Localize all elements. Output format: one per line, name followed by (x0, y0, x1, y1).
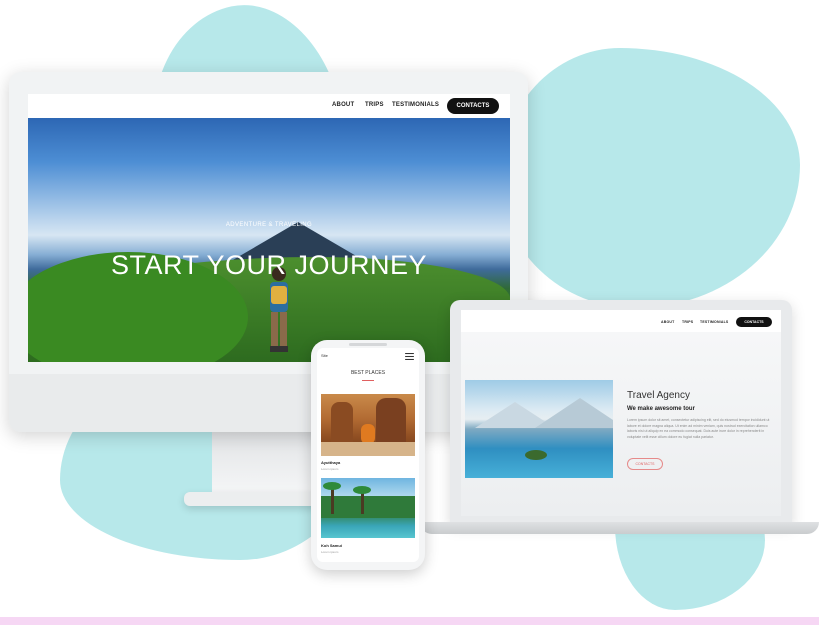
laptop-screen: ABOUT TRIPS TESTIMONIALS CONTACTS Travel… (461, 310, 781, 516)
hamburger-menu-icon[interactable] (405, 353, 414, 360)
laptop-nav-testimonials[interactable]: TESTIMONIALS (700, 320, 728, 324)
contacts-button[interactable]: CONTACTS (447, 98, 499, 114)
hero-subtitle: ADVENTURE & TRAVELING (225, 222, 313, 228)
laptop-nav-trips[interactable]: TRIPS (682, 320, 693, 324)
desktop-screen: ABOUT TRIPS TESTIMONIALS CONTACTS ADVENT… (28, 94, 510, 362)
card-caption-ayutthaya: Lorem ipsum (321, 467, 339, 471)
koh-samui-photo[interactable] (321, 478, 415, 538)
card-title-ayutthaya: Ayutthaya (321, 460, 341, 465)
heading-underline (362, 380, 374, 381)
ayutthaya-photo[interactable] (321, 394, 415, 456)
hero-title: START YOUR JOURNEY (110, 250, 428, 280)
hero-banner: ADVENTURE & TRAVELING START YOUR JOURNEY (28, 118, 510, 362)
monitor-stand (212, 432, 316, 494)
nav-link-trips[interactable]: TRIPS (365, 102, 384, 108)
laptop: ABOUT TRIPS TESTIMONIALS CONTACTS Travel… (450, 300, 792, 524)
laptop-cta-button[interactable]: CONTACTS (627, 458, 663, 470)
nav-link-about[interactable]: ABOUT (332, 102, 354, 108)
phone-logo[interactable]: Site (321, 353, 328, 358)
phone-speaker (349, 343, 387, 346)
card-title-koh-samui: Koh Samui (321, 543, 342, 548)
laptop-subtitle: We make awesome tour (627, 406, 695, 412)
lake-mountain-photo (465, 380, 613, 478)
phone-screen: Site BEST PLACES Ayutthaya Lorem ipsum K… (317, 348, 419, 562)
background-blob-right (500, 48, 800, 308)
smartphone: Site BEST PLACES Ayutthaya Lorem ipsum K… (311, 340, 425, 570)
laptop-body-text: Lorem ipsum dolor sit amet, consectetur … (627, 418, 770, 439)
desktop-navbar: ABOUT TRIPS TESTIMONIALS CONTACTS (28, 94, 510, 118)
bottom-strip (0, 617, 819, 625)
nav-link-testimonials[interactable]: TESTIMONIALS (392, 102, 439, 108)
laptop-title: Travel Agency (627, 390, 690, 401)
card-caption-koh-samui: Lorem ipsum (321, 550, 339, 554)
best-places-heading: BEST PLACES (350, 370, 386, 376)
laptop-base (420, 522, 819, 534)
laptop-nav-about[interactable]: ABOUT (661, 320, 674, 324)
laptop-navbar: ABOUT TRIPS TESTIMONIALS CONTACTS (461, 310, 781, 332)
laptop-contacts-button[interactable]: CONTACTS (736, 317, 772, 327)
